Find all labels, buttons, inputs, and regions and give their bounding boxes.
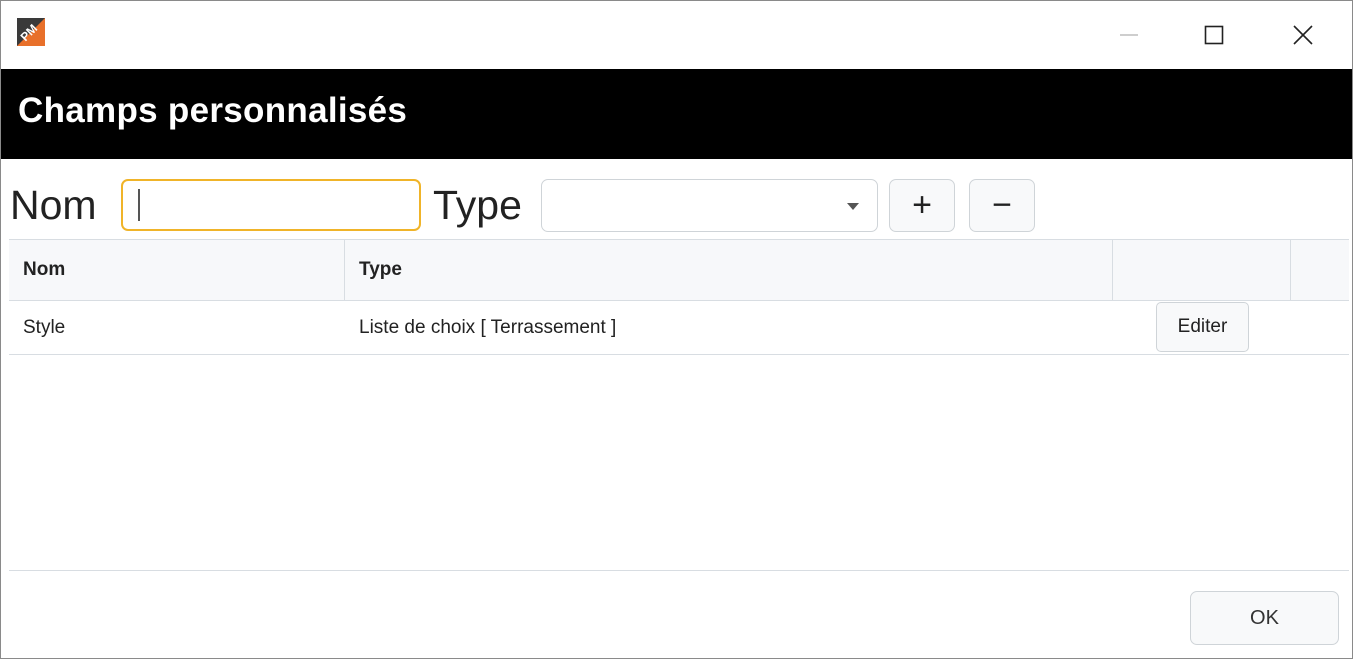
dialog-window: PM Champs personnalisés Nom Type + − Nom… bbox=[0, 0, 1353, 659]
add-button[interactable]: + bbox=[889, 179, 955, 232]
table-header: Nom Type bbox=[9, 240, 1349, 301]
column-header-type[interactable]: Type bbox=[345, 240, 1113, 300]
title-bar: PM bbox=[1, 1, 1352, 69]
type-label: Type bbox=[433, 182, 522, 228]
header-banner: Champs personnalisés bbox=[1, 69, 1352, 159]
cell-type: Liste de choix [ Terrassement ] bbox=[359, 317, 617, 338]
maximize-button[interactable] bbox=[1169, 1, 1259, 69]
minimize-button[interactable] bbox=[1084, 1, 1174, 69]
minimize-icon bbox=[1120, 34, 1138, 36]
fields-table: Nom Type Style Liste de choix [ Terrasse… bbox=[9, 239, 1349, 571]
column-header-nom[interactable]: Nom bbox=[9, 240, 345, 300]
chevron-down-icon bbox=[847, 203, 859, 210]
name-label: Nom bbox=[10, 182, 97, 228]
name-input[interactable] bbox=[121, 179, 421, 231]
close-button[interactable] bbox=[1258, 1, 1348, 69]
cell-nom: Style bbox=[23, 317, 66, 338]
ok-button[interactable]: OK bbox=[1190, 591, 1339, 645]
app-logo-icon: PM bbox=[17, 18, 45, 46]
close-icon bbox=[1293, 25, 1313, 45]
column-header-action[interactable] bbox=[1113, 240, 1291, 300]
table-row[interactable]: Style Liste de choix [ Terrassement ] Ed… bbox=[9, 301, 1349, 355]
edit-button[interactable]: Editer bbox=[1156, 302, 1249, 352]
maximize-icon bbox=[1204, 25, 1224, 45]
page-title: Champs personnalisés bbox=[18, 91, 408, 130]
add-field-toolbar: Nom Type + − bbox=[1, 159, 1352, 239]
type-select[interactable] bbox=[541, 179, 878, 232]
remove-button[interactable]: − bbox=[969, 179, 1035, 232]
column-header-filler bbox=[1291, 240, 1349, 300]
text-caret bbox=[138, 189, 140, 221]
